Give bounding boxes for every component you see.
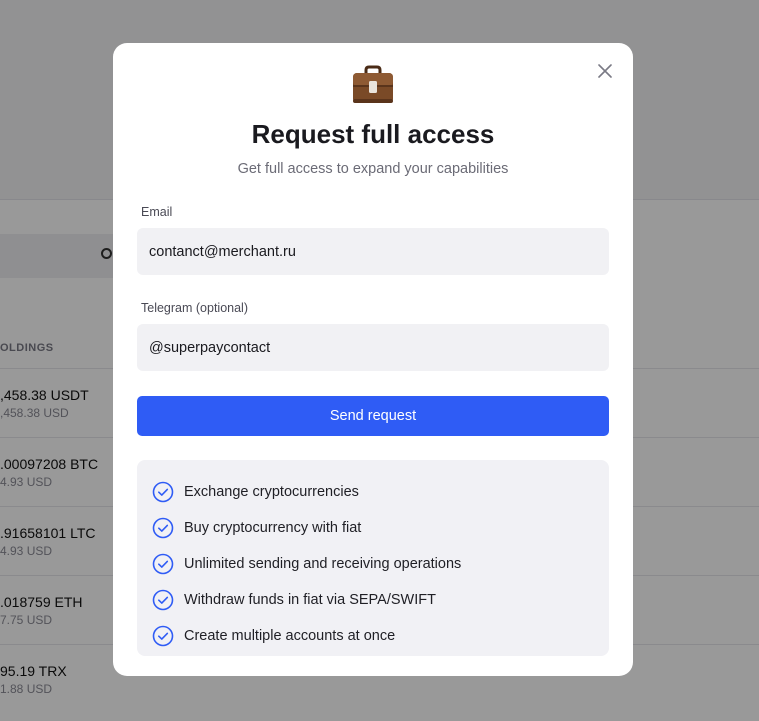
check-circle-icon	[152, 625, 174, 647]
send-request-button[interactable]: Send request	[137, 396, 609, 436]
feature-label: Withdraw funds in fiat via SEPA/SWIFT	[184, 592, 436, 608]
features-list: Exchange cryptocurrencies Buy cryptocurr…	[137, 460, 609, 656]
email-field[interactable]	[137, 228, 609, 275]
close-icon[interactable]	[598, 64, 612, 78]
request-access-modal: Request full access Get full access to e…	[113, 43, 633, 676]
feature-item: Buy cryptocurrency with fiat	[137, 510, 609, 546]
email-label: Email	[141, 205, 173, 219]
modal-subtitle: Get full access to expand your capabilit…	[237, 161, 509, 177]
feature-item: Unlimited sending and receiving operatio…	[137, 546, 609, 582]
feature-label: Create multiple accounts at once	[184, 628, 396, 644]
check-circle-icon	[152, 589, 174, 611]
feature-item: Exchange cryptocurrencies	[137, 474, 609, 510]
feature-label: Buy cryptocurrency with fiat	[184, 520, 362, 536]
modal-title: Request full access	[251, 119, 495, 149]
feature-label: Unlimited sending and receiving operatio…	[184, 556, 462, 572]
feature-item: Create multiple accounts at once	[137, 618, 609, 654]
check-circle-icon	[152, 517, 174, 539]
telegram-field[interactable]	[137, 324, 609, 371]
telegram-label: Telegram (optional)	[141, 301, 248, 315]
close-button[interactable]	[593, 59, 617, 83]
feature-item: Withdraw funds in fiat via SEPA/SWIFT	[137, 582, 609, 618]
feature-label: Exchange cryptocurrencies	[184, 484, 359, 500]
check-circle-icon	[152, 553, 174, 575]
briefcase-icon	[353, 65, 393, 103]
check-circle-icon	[152, 481, 174, 503]
